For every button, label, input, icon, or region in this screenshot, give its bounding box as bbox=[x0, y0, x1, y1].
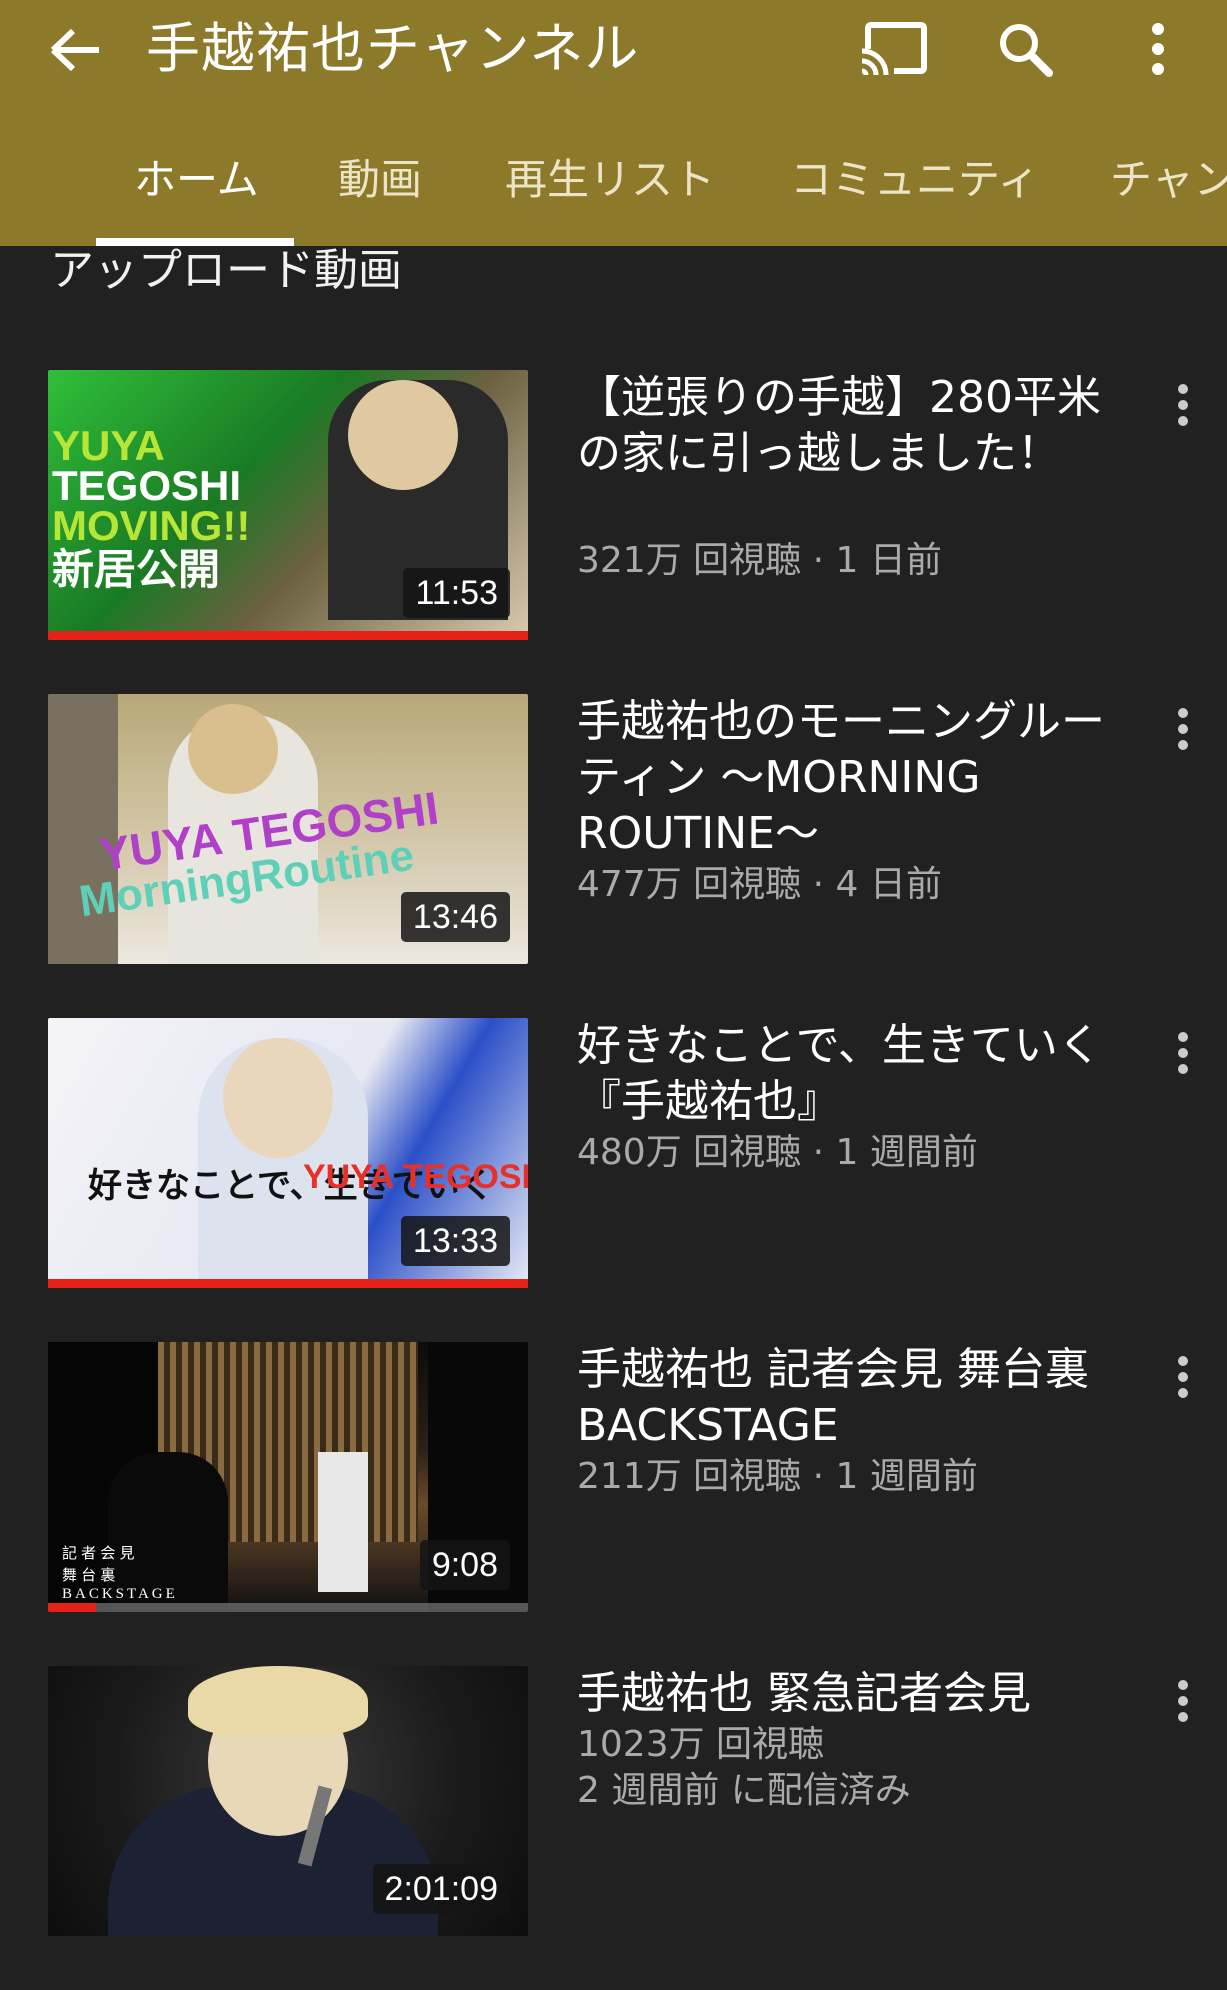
tab-home[interactable]: ホーム bbox=[134, 140, 259, 246]
section-title: アップロード動画 bbox=[50, 245, 402, 296]
upload-age: 1 週間前 bbox=[835, 1132, 978, 1173]
video-title[interactable]: 手越祐也 記者会見 舞台裏 BACKSTAGE bbox=[577, 1342, 1137, 1454]
more-vert-icon bbox=[1178, 1680, 1188, 1722]
video-meta: 211万 回視聴 · 1 週間前 bbox=[577, 1456, 978, 1497]
thumb-text: 新居公開 bbox=[52, 546, 221, 593]
thumb-text: TEGOSHI bbox=[52, 462, 242, 509]
tab-community[interactable]: コミュニティ bbox=[790, 140, 1039, 246]
video-thumbnail[interactable]: YUYA TEGOSHI MorningRoutine 13:46 bbox=[48, 694, 528, 964]
more-vert-icon bbox=[1178, 384, 1188, 426]
video-item[interactable]: YUYA TEGOSHI MOVING!! 新居公開 11:53 【逆張りの手越… bbox=[0, 370, 1227, 640]
more-options-button[interactable] bbox=[1118, 14, 1198, 84]
more-vert-icon bbox=[1178, 1032, 1188, 1074]
watch-progress-bar bbox=[48, 1603, 96, 1612]
video-menu-button[interactable] bbox=[1148, 694, 1218, 764]
video-title[interactable]: 好きなことで、生きていく『手越祐也』 bbox=[577, 1018, 1137, 1130]
channel-title: 手越祐也チャンネル bbox=[146, 17, 640, 80]
upload-age: 1 日前 bbox=[835, 540, 942, 581]
video-thumbnail[interactable]: 記 者 会 見 舞 台 裏 BACKSTAGE 9:08 bbox=[48, 1342, 528, 1612]
upload-age: 2 週間前 に配信済み bbox=[577, 1770, 911, 1811]
channel-tabs: ホーム 動画 再生リスト コミュニティ チャン bbox=[0, 140, 1227, 246]
video-thumbnail[interactable]: 好きなことで、生きていく YUYA TEGOSHI 13:33 bbox=[48, 1018, 528, 1288]
view-count: 477万 回視聴 bbox=[577, 864, 802, 905]
search-button[interactable] bbox=[985, 14, 1065, 84]
view-count: 480万 回視聴 bbox=[577, 1132, 802, 1173]
thumb-text: YUYA bbox=[52, 422, 165, 469]
duration-badge: 2:01:09 bbox=[372, 1864, 510, 1914]
thumb-text: 舞 台 裏 bbox=[62, 1567, 116, 1584]
tab-videos[interactable]: 動画 bbox=[338, 140, 422, 246]
duration-badge: 11:53 bbox=[403, 568, 510, 618]
cast-icon bbox=[860, 22, 927, 77]
search-icon bbox=[1000, 24, 1053, 77]
video-title[interactable]: 手越祐也 緊急記者会見 bbox=[577, 1666, 1137, 1722]
watch-progress-bar bbox=[48, 631, 528, 640]
video-meta: 480万 回視聴 · 1 週間前 bbox=[577, 1132, 978, 1173]
more-vert-icon bbox=[1152, 23, 1164, 75]
thumb-text: BACKSTAGE bbox=[62, 1586, 178, 1602]
video-meta: 477万 回視聴 · 4 日前 bbox=[577, 864, 942, 905]
tab-channels[interactable]: チャン bbox=[1110, 140, 1227, 246]
duration-badge: 13:33 bbox=[400, 1216, 510, 1266]
video-title[interactable]: 手越祐也のモーニングルーティン ～MORNING ROUTINE～ bbox=[577, 694, 1137, 862]
thumb-text: YUYA TEGOSHI bbox=[303, 1158, 528, 1196]
tab-playlists[interactable]: 再生リスト bbox=[505, 140, 715, 246]
video-item[interactable]: YUYA TEGOSHI MorningRoutine 13:46 手越祐也のモ… bbox=[0, 694, 1227, 964]
watch-progress-track bbox=[48, 1603, 528, 1612]
thumb-text: MOVING!! bbox=[52, 502, 251, 549]
video-menu-button[interactable] bbox=[1148, 1342, 1218, 1412]
view-count: 321万 回視聴 bbox=[577, 540, 802, 581]
video-thumbnail[interactable]: YUYA TEGOSHI MOVING!! 新居公開 11:53 bbox=[48, 370, 528, 640]
thumb-text: 記 者 会 見 bbox=[62, 1545, 135, 1562]
more-vert-icon bbox=[1178, 708, 1188, 750]
watch-progress-bar bbox=[48, 1279, 528, 1288]
video-thumbnail[interactable]: 2:01:09 bbox=[48, 1666, 528, 1936]
video-title[interactable]: 【逆張りの手越】280平米の家に引っ越しました！ bbox=[577, 370, 1137, 482]
upload-age: 1 週間前 bbox=[835, 1456, 978, 1497]
view-count: 211万 回視聴 bbox=[577, 1456, 802, 1497]
back-arrow-icon bbox=[50, 28, 99, 72]
video-item[interactable]: 記 者 会 見 舞 台 裏 BACKSTAGE 9:08 手越祐也 記者会見 舞… bbox=[0, 1342, 1227, 1612]
video-menu-button[interactable] bbox=[1148, 1018, 1218, 1088]
video-meta: 321万 回視聴 · 1 日前 bbox=[577, 540, 942, 581]
duration-badge: 13:46 bbox=[400, 892, 510, 942]
video-menu-button[interactable] bbox=[1148, 1666, 1218, 1736]
video-item[interactable]: 好きなことで、生きていく YUYA TEGOSHI 13:33 好きなことで、生… bbox=[0, 1018, 1227, 1288]
upload-age: 4 日前 bbox=[835, 864, 942, 905]
back-button[interactable] bbox=[40, 18, 110, 82]
video-menu-button[interactable] bbox=[1148, 370, 1218, 440]
cast-button[interactable] bbox=[853, 14, 933, 84]
more-vert-icon bbox=[1178, 1356, 1188, 1398]
view-count: 1023万 回視聴 bbox=[577, 1724, 825, 1765]
video-item[interactable]: 2:01:09 手越祐也 緊急記者会見 1023万 回視聴 2 週間前 に配信済… bbox=[0, 1666, 1227, 1936]
duration-badge: 9:08 bbox=[419, 1540, 510, 1590]
channel-app-bar: 手越祐也チャンネル ホーム 動画 再生リスト コミュニティ チャン bbox=[0, 0, 1227, 246]
